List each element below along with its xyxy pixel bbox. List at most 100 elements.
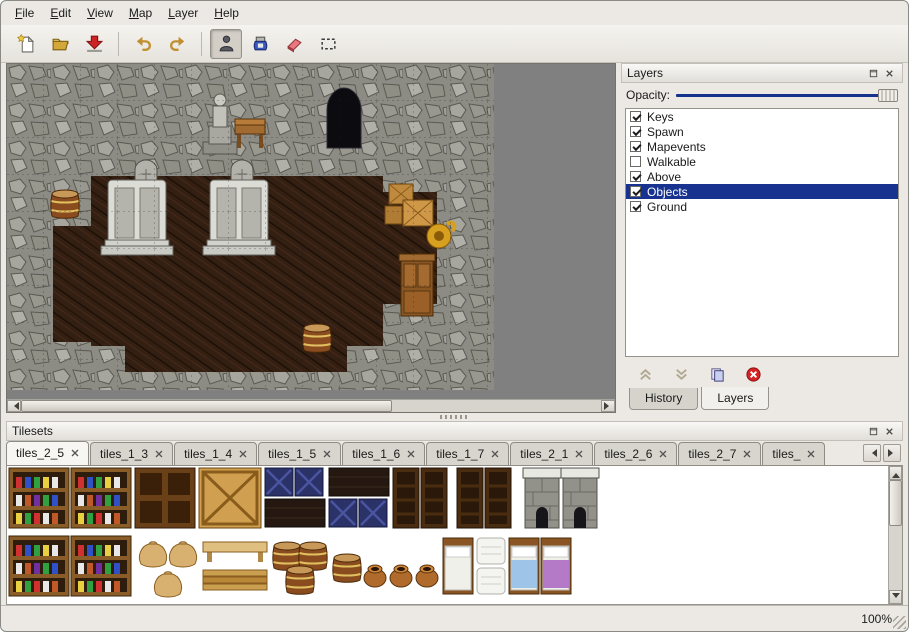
- close-panel-button[interactable]: [881, 66, 897, 81]
- tileset-tab-tiles_1_5[interactable]: tiles_1_5: [258, 442, 341, 465]
- tileset-vertical-scrollbar[interactable]: [888, 466, 902, 604]
- redo-button[interactable]: [161, 29, 193, 59]
- splitter[interactable]: [6, 413, 903, 421]
- layer-visibility-checkbox[interactable]: [630, 141, 641, 152]
- splitter-grip-icon: [440, 415, 470, 419]
- layer-visibility-checkbox[interactable]: [630, 111, 641, 122]
- tileset-tab-tiles_1_6[interactable]: tiles_1_6: [342, 442, 425, 465]
- tabs-scroll-left-button[interactable]: [863, 444, 881, 462]
- open-folder-icon: [51, 34, 70, 53]
- tileset-tab-tiles_[interactable]: tiles_: [762, 442, 825, 465]
- layer-visibility-checkbox[interactable]: [630, 186, 641, 197]
- main-area: Layers Opacity:: [6, 63, 903, 413]
- menu-item-help[interactable]: Help: [206, 3, 247, 23]
- map-horizontal-scrollbar[interactable]: [7, 399, 615, 412]
- tile-grid-overlay: [7, 64, 494, 390]
- tileset-tab-tiles_1_4[interactable]: tiles_1_4: [174, 442, 257, 465]
- opacity-slider-handle[interactable]: [878, 89, 898, 102]
- scrollbar-track[interactable]: [21, 400, 601, 412]
- player-tool-button[interactable]: [210, 29, 242, 59]
- tileset-canvas[interactable]: [7, 466, 887, 602]
- opacity-slider[interactable]: [676, 88, 898, 102]
- open-button[interactable]: [44, 29, 76, 59]
- layer-list[interactable]: Keys Spawn Mapevents Walkable Above Obje…: [625, 108, 899, 357]
- left-arrow-icon: [868, 449, 877, 457]
- tileset-tab-tiles_1_7[interactable]: tiles_1_7: [426, 442, 509, 465]
- tab-close-icon[interactable]: [155, 450, 163, 458]
- tileset-content[interactable]: [6, 466, 903, 605]
- layers-dock-titlebar: Layers: [621, 63, 903, 83]
- scrollbar-track[interactable]: [889, 480, 902, 590]
- menu-item-edit[interactable]: Edit: [42, 3, 79, 23]
- tab-close-icon[interactable]: [407, 450, 415, 458]
- dock-tab-history[interactable]: History: [629, 388, 698, 410]
- layer-row-mapevents[interactable]: Mapevents: [626, 139, 898, 154]
- tileset-tab-tiles_2_1[interactable]: tiles_2_1: [510, 442, 593, 465]
- layer-visibility-checkbox[interactable]: [630, 201, 641, 212]
- tileset-tab-tiles_2_6[interactable]: tiles_2_6: [594, 442, 677, 465]
- right-arrow-icon: [888, 449, 897, 457]
- menu-item-file[interactable]: File: [7, 3, 42, 23]
- layer-name: Keys: [647, 110, 674, 124]
- float-panel-button[interactable]: [865, 424, 881, 439]
- tab-close-icon[interactable]: [743, 450, 751, 458]
- layer-row-keys[interactable]: Keys: [626, 109, 898, 124]
- tab-close-icon[interactable]: [807, 450, 815, 458]
- chevron-up-icon: [637, 366, 654, 383]
- tileset-tab-tiles_2_5[interactable]: tiles_2_5: [6, 441, 89, 465]
- ink-bottle-icon: [251, 34, 270, 53]
- layer-row-objects[interactable]: Objects: [626, 184, 898, 199]
- resize-grip[interactable]: [893, 616, 906, 629]
- menu-bar: FileEditViewMapLayerHelp: [1, 1, 908, 25]
- select-tool-button[interactable]: [312, 29, 344, 59]
- layers-dock: Layers Opacity:: [621, 63, 903, 413]
- tilesets-dock-titlebar: Tilesets: [6, 421, 903, 441]
- close-panel-button[interactable]: [881, 424, 897, 439]
- move-layer-down-button[interactable]: [671, 364, 691, 384]
- tab-close-icon[interactable]: [323, 450, 331, 458]
- menu-item-view[interactable]: View: [79, 3, 121, 23]
- fill-tool-button[interactable]: [244, 29, 276, 59]
- scroll-right-button[interactable]: [601, 400, 615, 412]
- delete-layer-button[interactable]: [743, 364, 763, 384]
- float-panel-button[interactable]: [865, 66, 881, 81]
- map-view[interactable]: [6, 63, 616, 413]
- zoom-level: 100%: [861, 612, 892, 626]
- close-icon: [884, 426, 895, 437]
- layers-panel-title: Layers: [627, 66, 865, 80]
- move-layer-up-button[interactable]: [635, 364, 655, 384]
- opacity-slider-track[interactable]: [676, 94, 898, 97]
- scrollbar-thumb[interactable]: [889, 480, 902, 526]
- scroll-down-button[interactable]: [889, 590, 902, 604]
- scrollbar-thumb[interactable]: [21, 400, 392, 412]
- tileset-tab-tiles_2_7[interactable]: tiles_2_7: [678, 442, 761, 465]
- layer-visibility-checkbox[interactable]: [630, 156, 641, 167]
- menu-item-layer[interactable]: Layer: [160, 3, 206, 23]
- tab-close-icon[interactable]: [71, 449, 79, 457]
- tileset-tab-tiles_1_3[interactable]: tiles_1_3: [90, 442, 173, 465]
- layer-row-spawn[interactable]: Spawn: [626, 124, 898, 139]
- scroll-left-button[interactable]: [7, 400, 21, 412]
- undo-button[interactable]: [127, 29, 159, 59]
- new-file-button[interactable]: [10, 29, 42, 59]
- eraser-tool-button[interactable]: [278, 29, 310, 59]
- layer-visibility-checkbox[interactable]: [630, 171, 641, 182]
- save-icon: [85, 34, 104, 53]
- layer-visibility-checkbox[interactable]: [630, 126, 641, 137]
- tab-close-icon[interactable]: [491, 450, 499, 458]
- tab-close-icon[interactable]: [575, 450, 583, 458]
- map-canvas[interactable]: [7, 64, 494, 390]
- tab-close-icon[interactable]: [239, 450, 247, 458]
- layer-row-ground[interactable]: Ground: [626, 199, 898, 214]
- tabs-scroll-right-button[interactable]: [883, 444, 901, 462]
- dock-tab-layers[interactable]: Layers: [701, 387, 769, 410]
- layer-row-above[interactable]: Above: [626, 169, 898, 184]
- selection-marquee-icon: [319, 34, 338, 53]
- opacity-row: Opacity:: [621, 83, 903, 107]
- layer-row-walkable[interactable]: Walkable: [626, 154, 898, 169]
- tab-close-icon[interactable]: [659, 450, 667, 458]
- menu-item-map[interactable]: Map: [121, 3, 160, 23]
- save-button[interactable]: [78, 29, 110, 59]
- scroll-up-button[interactable]: [889, 466, 902, 480]
- duplicate-layer-button[interactable]: [707, 364, 727, 384]
